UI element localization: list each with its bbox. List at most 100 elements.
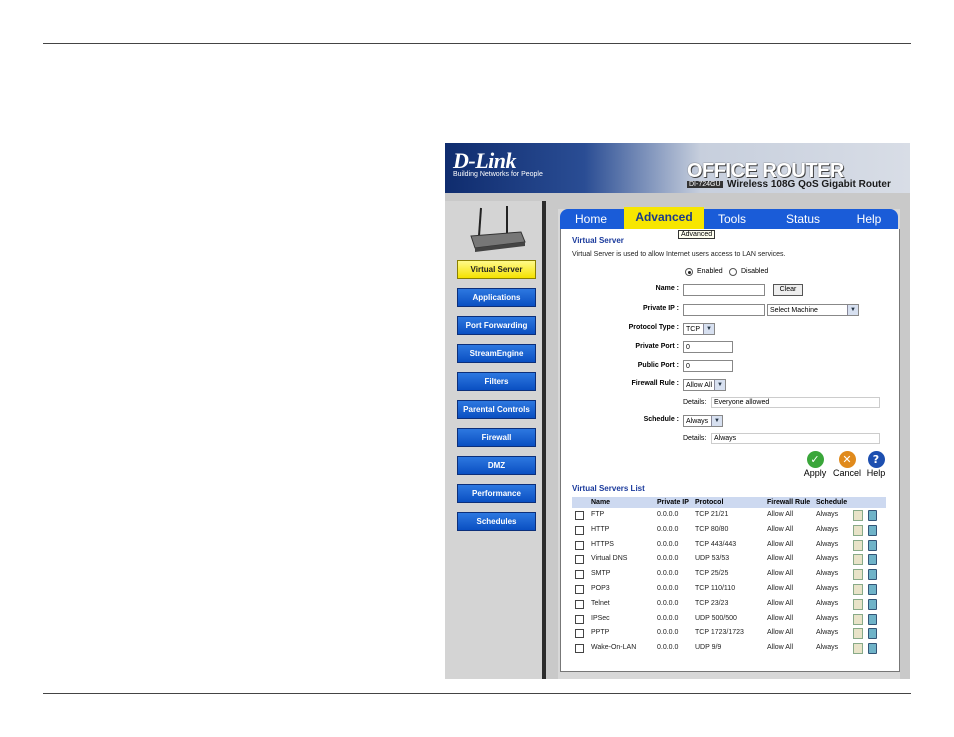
table-row: Wake-On-LAN 0.0.0.0 UDP 9/9 Allow All Always [572, 641, 886, 655]
sidebar-item-filters[interactable]: Filters [457, 372, 536, 391]
row-checkbox[interactable] [575, 540, 584, 550]
tab-help[interactable]: Help [842, 209, 896, 229]
question-icon: ? [867, 451, 885, 468]
cell-rule: Allow All [767, 585, 794, 592]
sidebar-item-performance[interactable]: Performance [457, 484, 536, 503]
product-subtitle: Wireless 108G QoS Gigabit Router [727, 179, 891, 190]
edit-icon[interactable] [853, 628, 863, 640]
cell-protocol: TCP 110/110 [695, 585, 736, 592]
chevron-down-icon: ▼ [703, 324, 714, 334]
section-title: Virtual Server [572, 236, 624, 245]
name-field[interactable] [683, 284, 765, 296]
col-name: Name [591, 499, 611, 506]
name-label: Name : [655, 285, 679, 292]
table-row: HTTP 0.0.0.0 TCP 80/80 Allow All Always [572, 523, 886, 537]
private-ip-field[interactable] [683, 304, 765, 316]
edit-icon[interactable] [853, 643, 863, 655]
private-ip-label: Private IP : [642, 305, 679, 312]
firewall-rule-dropdown[interactable]: Allow All ▼ [683, 379, 726, 391]
sidebar-item-dmz[interactable]: DMZ [457, 456, 536, 475]
trash-icon[interactable] [868, 510, 877, 521]
tab-tools[interactable]: Tools [703, 209, 761, 229]
trash-icon[interactable] [868, 643, 877, 655]
disabled-radio[interactable] [729, 268, 737, 276]
row-checkbox[interactable] [575, 629, 584, 639]
col-firewall-rule: Firewall Rule [767, 499, 811, 506]
row-checkbox[interactable] [575, 525, 584, 535]
apply-button[interactable]: ✓ Apply [800, 451, 830, 478]
row-checkbox[interactable] [575, 555, 584, 565]
cell-name: POP3 [591, 585, 610, 592]
table-row: IPSec 0.0.0.0 UDP 500/500 Allow All Always [572, 612, 886, 626]
cell-name: Telnet [591, 599, 610, 607]
row-checkbox[interactable] [575, 644, 584, 654]
tab-home[interactable]: Home [562, 209, 620, 229]
trash-icon[interactable] [868, 613, 877, 625]
sidebar-item-streamengine[interactable]: StreamEngine [457, 344, 536, 363]
table-row: FTP 0.0.0.0 TCP 21/21 Allow All Always [572, 508, 886, 522]
private-port-field[interactable]: 0 [683, 341, 733, 353]
cell-protocol: UDP 500/500 [695, 614, 737, 622]
trash-icon[interactable] [868, 539, 877, 551]
protocol-dropdown[interactable]: TCP ▼ [683, 323, 715, 335]
row-checkbox[interactable] [575, 599, 584, 609]
trash-icon[interactable] [868, 584, 877, 595]
edit-icon[interactable] [853, 554, 863, 566]
row-checkbox[interactable] [575, 614, 584, 624]
sidebar-item-firewall[interactable]: Firewall [457, 428, 536, 447]
edit-icon[interactable] [853, 569, 863, 581]
trash-icon[interactable] [868, 598, 877, 610]
help-label: Help [866, 468, 886, 478]
public-port-label: Public Port : [637, 362, 679, 369]
public-port-field[interactable]: 0 [683, 360, 733, 372]
content-area: Advanced Virtual Server Virtual Server i… [560, 229, 900, 672]
trash-icon[interactable] [868, 569, 877, 581]
tab-status[interactable]: Status [770, 209, 836, 229]
row-checkbox[interactable] [575, 585, 584, 594]
sidebar-item-parental-controls[interactable]: Parental Controls [457, 400, 536, 419]
disabled-label: Disabled [741, 268, 769, 275]
cell-rule: Allow All [767, 525, 794, 533]
cell-rule: Allow All [767, 540, 794, 548]
sidebar-item-applications[interactable]: Applications [457, 288, 536, 307]
row-checkbox[interactable] [575, 570, 584, 580]
edit-icon[interactable] [853, 510, 863, 521]
sidebar-item-port-forwarding[interactable]: Port Forwarding [457, 316, 536, 335]
row-checkbox[interactable] [575, 511, 584, 520]
schedule-dropdown[interactable]: Always ▼ [683, 415, 723, 427]
cell-name: HTTPS [591, 540, 614, 548]
edit-icon[interactable] [853, 584, 863, 595]
schedule-label: Schedule : [643, 416, 679, 423]
cell-protocol: TCP 23/23 [695, 599, 729, 607]
trash-icon[interactable] [868, 628, 877, 640]
cancel-button[interactable]: ✕ Cancel [832, 451, 862, 478]
sidebar-divider [542, 201, 546, 679]
table-row: Virtual DNS 0.0.0.0 UDP 53/53 Allow All Alwa… [572, 552, 886, 566]
edit-icon[interactable] [853, 539, 863, 551]
enabled-radio[interactable] [685, 268, 693, 276]
help-button[interactable]: ? Help [861, 451, 891, 478]
check-icon: ✓ [806, 451, 824, 468]
router-device-icon [470, 206, 526, 252]
clear-button[interactable]: Clear [773, 284, 803, 296]
cell-schedule: Always [816, 599, 839, 607]
trash-icon[interactable] [868, 554, 877, 566]
enabled-label: Enabled [697, 268, 723, 275]
apply-label: Apply [803, 468, 827, 478]
sidebar-item-virtual-server[interactable]: Virtual Server [457, 260, 536, 279]
cell-ip: 0.0.0.0 [657, 540, 679, 548]
cell-rule: Allow All [767, 555, 794, 563]
edit-icon[interactable] [853, 613, 863, 625]
sidebar-item-schedules[interactable]: Schedules [457, 512, 536, 531]
cell-protocol: TCP 25/25 [695, 570, 729, 578]
table-row: POP3 0.0.0.0 TCP 110/110 Allow All Always [572, 582, 886, 596]
cell-schedule: Always [816, 644, 839, 652]
table-row: Telnet 0.0.0.0 TCP 23/23 Allow All Always [572, 597, 886, 611]
trash-icon[interactable] [868, 524, 877, 536]
select-machine-dropdown[interactable]: Select Machine ▼ [767, 304, 859, 316]
edit-icon[interactable] [853, 524, 863, 536]
tab-advanced[interactable]: Advanced [624, 207, 704, 229]
cell-protocol: TCP 21/21 [695, 511, 729, 518]
schedule-details-label: Details: [683, 435, 707, 442]
edit-icon[interactable] [853, 598, 863, 610]
